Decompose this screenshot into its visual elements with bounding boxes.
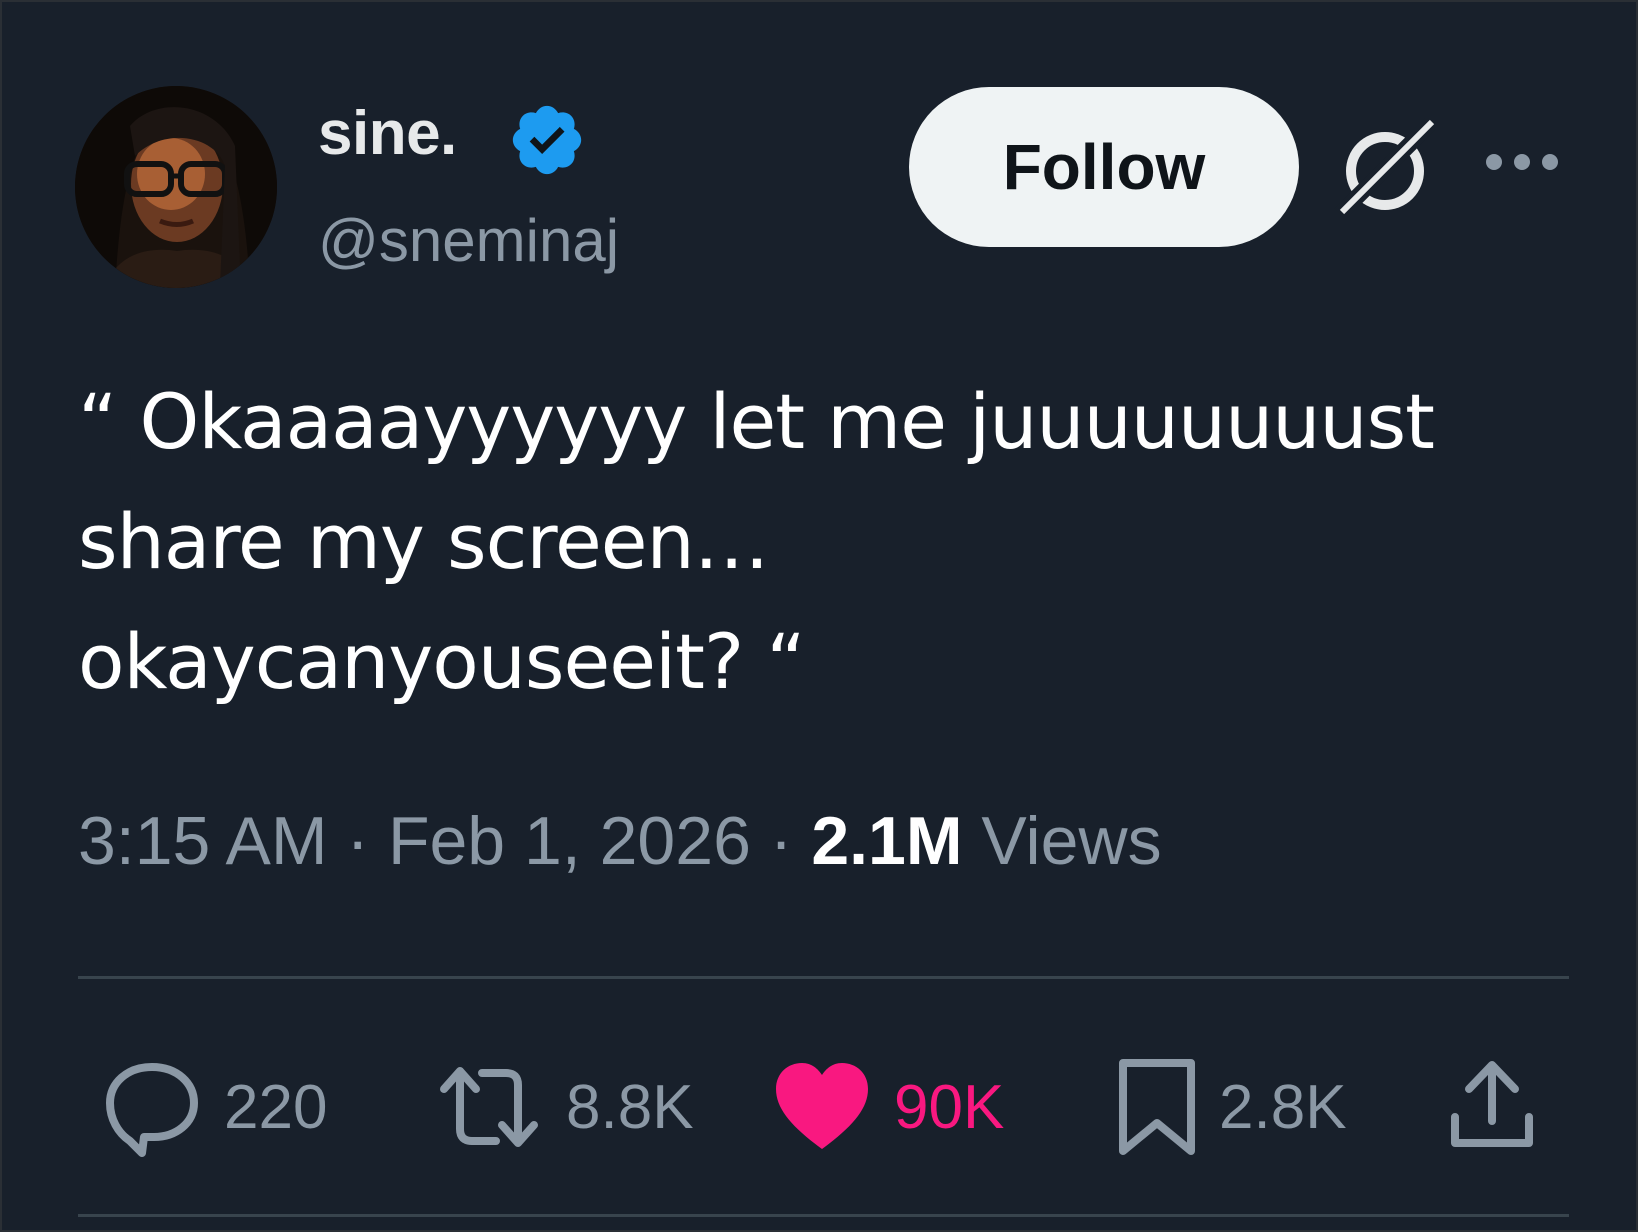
action-bar: 220 8.8K 90K 2.8K	[2, 1042, 1636, 1172]
share-icon	[1451, 1061, 1533, 1147]
views-count[interactable]: 2.1M	[811, 803, 962, 879]
share-button[interactable]	[1447, 1042, 1537, 1172]
divider	[78, 1214, 1569, 1217]
retweet-count: 8.8K	[566, 1072, 694, 1142]
bookmark-button[interactable]: 2.8K	[1117, 1042, 1347, 1172]
tweet-date[interactable]: Feb 1, 2026	[388, 803, 751, 879]
retweet-button[interactable]: 8.8K	[434, 1042, 694, 1172]
meta-separator: ·	[327, 803, 388, 879]
bookmark-count: 2.8K	[1219, 1072, 1347, 1142]
follow-button[interactable]: Follow	[909, 87, 1299, 247]
user-handle[interactable]: @sneminaj	[318, 206, 619, 275]
tweet-meta: 3:15 AM · Feb 1, 2026 · 2.1M Views	[78, 802, 1162, 880]
tweet-card: sine. @sneminaj Follow “ Okaaaayyyyyy le…	[2, 2, 1636, 1230]
views-label: Views	[962, 803, 1162, 879]
meta-separator: ·	[750, 803, 812, 879]
heart-icon	[776, 1063, 868, 1149]
retweet-icon	[440, 1067, 538, 1147]
more-options-icon[interactable]	[1482, 147, 1562, 177]
reply-button[interactable]: 220	[102, 1042, 327, 1172]
reply-icon	[106, 1063, 198, 1157]
grok-icon[interactable]	[1332, 114, 1442, 224]
divider	[78, 976, 1569, 979]
reply-count: 220	[224, 1072, 328, 1142]
verified-badge-icon	[512, 105, 582, 175]
display-name[interactable]: sine.	[318, 98, 457, 169]
avatar[interactable]	[75, 86, 277, 288]
avatar-image	[75, 86, 277, 288]
tweet-text: “ Okaaaayyyyyy let me juuuuuuuust share …	[78, 377, 1435, 706]
bookmark-icon	[1119, 1059, 1195, 1155]
tweet-time[interactable]: 3:15 AM	[78, 803, 328, 879]
like-count: 90K	[894, 1072, 1005, 1142]
like-button[interactable]: 90K	[772, 1042, 1004, 1172]
